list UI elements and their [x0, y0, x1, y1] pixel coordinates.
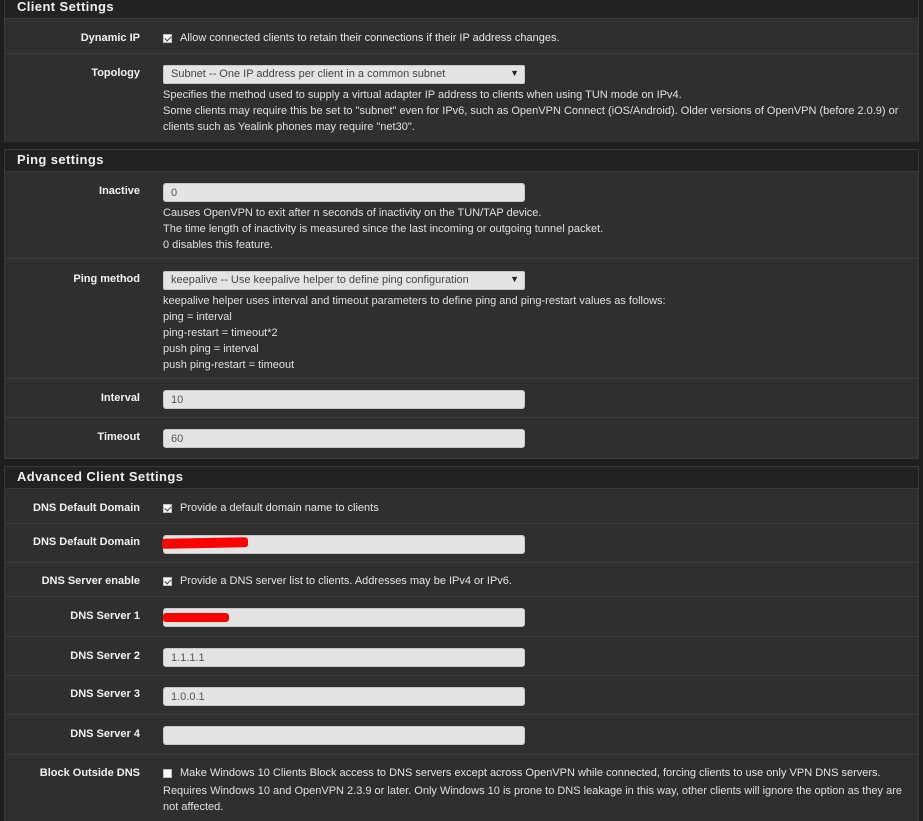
dynamic-ip-option[interactable]: Allow connected clients to retain their …: [163, 32, 910, 44]
topology-select-value: Subnet -- One IP address per client in a…: [171, 68, 446, 80]
dns-server-enable-text: Provide a DNS server list to clients. Ad…: [180, 575, 512, 587]
dns-default-domain-enable-label: DNS Default Domain: [33, 502, 140, 514]
topology-label: Topology: [91, 67, 140, 79]
topology-help: Specifies the method used to supply a vi…: [163, 89, 899, 133]
inactive-input[interactable]: [163, 183, 525, 202]
block-outside-dns-text: Make Windows 10 Clients Block access to …: [180, 767, 881, 779]
dns-server-1-label: DNS Server 1: [70, 610, 140, 622]
topology-row: Topology Subnet -- One IP address per cl…: [5, 54, 918, 142]
dns-default-domain-option[interactable]: Provide a default domain name to clients: [163, 502, 910, 514]
ping-method-help: keepalive helper uses interval and timeo…: [163, 295, 666, 371]
dns-server-enable-checkbox[interactable]: [163, 576, 172, 586]
block-outside-dns-option[interactable]: Make Windows 10 Clients Block access to …: [163, 767, 910, 779]
timeout-label: Timeout: [97, 431, 140, 443]
dns-server-enable-option[interactable]: Provide a DNS server list to clients. Ad…: [163, 575, 910, 587]
dynamic-ip-text: Allow connected clients to retain their …: [180, 32, 560, 44]
dns-server-2-label: DNS Server 2: [70, 650, 140, 662]
ping-settings-title: Ping settings: [5, 150, 918, 172]
interval-row: Interval: [5, 379, 918, 418]
block-outside-dns-help: Requires Windows 10 and OpenVPN 2.3.9 or…: [163, 785, 903, 813]
dns-server-4-row: DNS Server 4: [5, 715, 918, 755]
redaction-mark: [161, 537, 249, 549]
chevron-down-icon: ▼: [510, 274, 519, 284]
dns-server-3-label: DNS Server 3: [70, 688, 140, 700]
dns-server-1-row: DNS Server 1: [5, 597, 918, 637]
dns-server-4-label: DNS Server 4: [70, 728, 140, 740]
block-outside-dns-row: Block Outside DNS Make Windows 10 Client…: [5, 755, 918, 821]
dns-default-domain-text: Provide a default domain name to clients: [180, 502, 379, 514]
dns-default-domain-enable-row: DNS Default Domain Provide a default dom…: [5, 490, 918, 524]
timeout-input[interactable]: [163, 429, 525, 448]
interval-input[interactable]: [163, 390, 525, 409]
dynamic-ip-row: Dynamic IP Allow connected clients to re…: [5, 20, 918, 54]
block-outside-dns-label: Block Outside DNS: [39, 767, 140, 779]
redaction-mark: [163, 613, 229, 622]
advanced-client-settings-panel: Advanced Client Settings DNS Default Dom…: [4, 466, 919, 821]
inactive-label: Inactive: [99, 185, 140, 197]
dns-default-domain-label: DNS Default Domain: [33, 536, 140, 548]
ping-method-label: Ping method: [73, 273, 140, 285]
ping-method-select[interactable]: keepalive -- Use keepalive helper to def…: [163, 271, 525, 290]
dns-server-enable-label: DNS Server enable: [41, 575, 140, 587]
block-outside-dns-checkbox[interactable]: [163, 768, 172, 778]
ping-settings-panel: Ping settings Inactive Causes OpenVPN to…: [4, 149, 919, 459]
inactive-row: Inactive Causes OpenVPN to exit after n …: [5, 173, 918, 259]
dynamic-ip-checkbox[interactable]: [163, 33, 172, 43]
dns-server-2-input[interactable]: [163, 648, 525, 667]
topology-select[interactable]: Subnet -- One IP address per client in a…: [163, 65, 525, 84]
dns-server-enable-row: DNS Server enable Provide a DNS server l…: [5, 563, 918, 597]
dns-server-2-row: DNS Server 2: [5, 637, 918, 676]
dns-default-domain-checkbox[interactable]: [163, 503, 172, 513]
dns-default-domain-row: DNS Default Domain: [5, 524, 918, 563]
dns-server-4-input[interactable]: [163, 726, 525, 745]
client-settings-title: Client Settings: [5, 0, 918, 19]
ping-method-select-value: keepalive -- Use keepalive helper to def…: [171, 274, 469, 286]
dynamic-ip-label: Dynamic IP: [80, 32, 140, 44]
inactive-help: Causes OpenVPN to exit after n seconds o…: [163, 207, 604, 251]
dns-server-3-row: DNS Server 3: [5, 676, 918, 715]
ping-method-row: Ping method keepalive -- Use keepalive h…: [5, 259, 918, 379]
advanced-client-settings-title: Advanced Client Settings: [5, 467, 918, 489]
client-settings-panel: Client Settings Dynamic IP Allow connect…: [4, 0, 919, 142]
chevron-down-icon: ▼: [510, 68, 519, 78]
dns-server-3-input[interactable]: [163, 687, 525, 706]
interval-label: Interval: [100, 392, 140, 404]
timeout-row: Timeout: [5, 418, 918, 458]
